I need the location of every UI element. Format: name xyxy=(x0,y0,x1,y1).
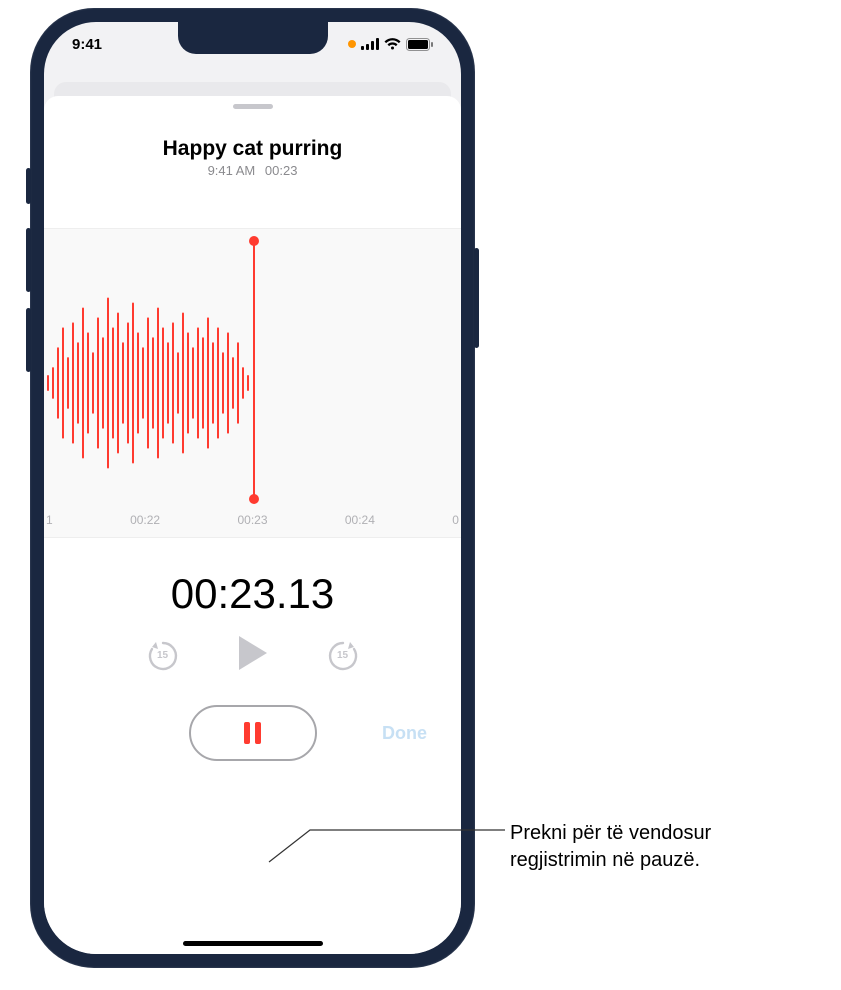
skip-forward-button[interactable]: 15 xyxy=(324,637,362,675)
play-button[interactable] xyxy=(236,634,270,677)
duration: 00:23 xyxy=(265,163,298,178)
skip-back-seconds: 15 xyxy=(157,650,168,661)
volume-up-button xyxy=(26,228,31,292)
time-ticks: 1 00:22 00:23 00:24 0 xyxy=(44,513,461,527)
callout-line2: regjistrimin në pauzë. xyxy=(510,847,810,874)
notch xyxy=(178,22,328,54)
elapsed-time: 00:23.13 xyxy=(44,570,461,618)
title-area: Happy cat purring 9:41 AM 00:23 xyxy=(44,137,461,178)
status-icons xyxy=(348,38,433,51)
pause-button[interactable] xyxy=(189,705,317,761)
phone-frame: 9:41 xyxy=(30,8,475,968)
play-icon xyxy=(236,634,270,672)
time-tick: 0 xyxy=(452,513,459,527)
skip-back-button[interactable]: 15 xyxy=(144,637,182,675)
creation-time: 9:41 AM xyxy=(208,163,256,178)
screen: 9:41 xyxy=(44,22,461,954)
done-button[interactable]: Done xyxy=(382,723,427,744)
time-tick: 00:24 xyxy=(345,513,375,527)
sheet-grabber[interactable] xyxy=(233,104,273,109)
bottom-controls: Done xyxy=(44,705,461,761)
recording-subtitle: 9:41 AM 00:23 xyxy=(44,163,461,178)
battery-icon xyxy=(406,38,433,51)
side-power-button xyxy=(474,248,479,348)
volume-down-button xyxy=(26,308,31,372)
recording-indicator-icon xyxy=(348,40,356,48)
time-tick: 1 xyxy=(46,513,53,527)
recording-title[interactable]: Happy cat purring xyxy=(44,137,461,161)
skip-forward-seconds: 15 xyxy=(337,650,348,661)
playhead[interactable] xyxy=(253,241,255,499)
home-indicator[interactable] xyxy=(183,941,323,946)
pause-icon xyxy=(244,722,261,744)
time-tick: 00:23 xyxy=(237,513,267,527)
callout-text: Prekni për të vendosur regjistrimin në p… xyxy=(510,820,810,874)
callout-line1: Prekni për të vendosur xyxy=(510,820,810,847)
cellular-icon xyxy=(361,38,379,50)
mute-switch xyxy=(26,168,31,204)
transport-controls: 15 15 xyxy=(44,634,461,677)
wifi-icon xyxy=(384,38,401,50)
status-time: 9:41 xyxy=(72,36,102,53)
recording-sheet: Happy cat purring 9:41 AM 00:23 xyxy=(44,96,461,954)
waveform-area[interactable]: 1 00:22 00:23 00:24 0 xyxy=(44,228,461,538)
time-tick: 00:22 xyxy=(130,513,160,527)
